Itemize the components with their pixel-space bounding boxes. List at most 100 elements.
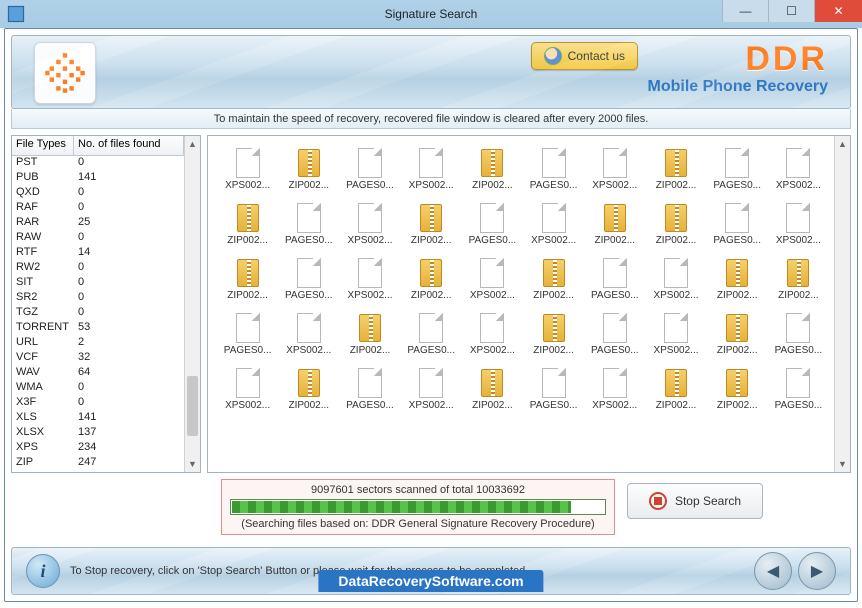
file-item[interactable]: XPS002...: [585, 366, 644, 411]
right-scrollbar[interactable]: ▲ ▼: [834, 136, 850, 472]
recovered-files-panel: XPS002...ZIP002...PAGES0...XPS002...ZIP0…: [207, 135, 851, 473]
table-row[interactable]: WAV64: [12, 366, 184, 381]
cell-type: X3F: [12, 396, 74, 411]
file-item[interactable]: PAGES0...: [218, 311, 277, 356]
file-item[interactable]: ZIP002...: [646, 146, 705, 191]
file-label: ZIP002...: [717, 400, 758, 411]
file-item[interactable]: ZIP002...: [646, 201, 705, 246]
document-icon: [725, 203, 749, 233]
table-row[interactable]: ZIP247: [12, 456, 184, 471]
file-item[interactable]: PAGES0...: [402, 311, 461, 356]
file-item[interactable]: XPS002...: [402, 366, 461, 411]
file-item[interactable]: ZIP002...: [708, 366, 767, 411]
table-row[interactable]: RAF0: [12, 201, 184, 216]
table-row[interactable]: QXD0: [12, 186, 184, 201]
table-row[interactable]: SR20: [12, 291, 184, 306]
file-label: XPS002...: [225, 180, 270, 191]
file-item[interactable]: XPS002...: [279, 311, 338, 356]
file-item[interactable]: ZIP002...: [279, 366, 338, 411]
file-item[interactable]: PAGES0...: [340, 366, 399, 411]
file-item[interactable]: PAGES0...: [708, 146, 767, 191]
file-item[interactable]: XPS002...: [646, 256, 705, 301]
next-button[interactable]: ▶: [798, 552, 836, 590]
file-item[interactable]: ZIP002...: [708, 311, 767, 356]
minimize-button[interactable]: —: [722, 0, 768, 22]
file-item[interactable]: ZIP002...: [463, 366, 522, 411]
cell-count: 0: [74, 306, 184, 321]
table-row[interactable]: PUB141: [12, 171, 184, 186]
file-item[interactable]: PAGES0...: [769, 311, 828, 356]
table-row[interactable]: X3F0: [12, 396, 184, 411]
file-item[interactable]: XPS002...: [463, 256, 522, 301]
file-item[interactable]: ZIP002...: [402, 256, 461, 301]
document-icon: [419, 368, 443, 398]
file-item[interactable]: XPS002...: [769, 146, 828, 191]
table-row[interactable]: PST0: [12, 156, 184, 171]
table-row[interactable]: RAW0: [12, 231, 184, 246]
file-item[interactable]: PAGES0...: [340, 146, 399, 191]
close-button[interactable]: ✕: [814, 0, 862, 22]
stop-search-button[interactable]: Stop Search: [627, 483, 763, 519]
left-scrollbar[interactable]: ▲ ▼: [184, 136, 200, 472]
file-item[interactable]: ZIP002...: [463, 146, 522, 191]
table-row[interactable]: SIT0: [12, 276, 184, 291]
file-item[interactable]: ZIP002...: [340, 311, 399, 356]
file-item[interactable]: XPS002...: [769, 201, 828, 246]
file-item[interactable]: PAGES0...: [279, 256, 338, 301]
table-row[interactable]: URL2: [12, 336, 184, 351]
file-item[interactable]: PAGES0...: [279, 201, 338, 246]
file-item[interactable]: PAGES0...: [769, 366, 828, 411]
file-item[interactable]: ZIP002...: [524, 256, 583, 301]
file-item[interactable]: ZIP002...: [646, 366, 705, 411]
file-item[interactable]: ZIP002...: [585, 201, 644, 246]
cell-type: RAR: [12, 216, 74, 231]
cell-count: 0: [74, 186, 184, 201]
file-label: XPS002...: [286, 345, 331, 356]
table-row[interactable]: XLSX137: [12, 426, 184, 441]
table-row[interactable]: TGZ0: [12, 306, 184, 321]
file-item[interactable]: XPS002...: [524, 201, 583, 246]
file-item[interactable]: PAGES0...: [524, 366, 583, 411]
file-item[interactable]: ZIP002...: [402, 201, 461, 246]
file-item[interactable]: XPS002...: [340, 201, 399, 246]
file-item[interactable]: XPS002...: [402, 146, 461, 191]
table-row[interactable]: RW20: [12, 261, 184, 276]
column-header-count[interactable]: No. of files found: [74, 136, 184, 155]
file-item[interactable]: XPS002...: [340, 256, 399, 301]
file-item[interactable]: ZIP002...: [708, 256, 767, 301]
contact-us-button[interactable]: Contact us: [531, 42, 638, 70]
prev-button[interactable]: ◀: [754, 552, 792, 590]
table-row[interactable]: TORRENT53: [12, 321, 184, 336]
file-item[interactable]: ZIP002...: [524, 311, 583, 356]
table-row[interactable]: XPS234: [12, 441, 184, 456]
file-item[interactable]: ZIP002...: [279, 146, 338, 191]
table-row[interactable]: WMA0: [12, 381, 184, 396]
file-item[interactable]: XPS002...: [463, 311, 522, 356]
zip-icon: [237, 259, 259, 287]
file-item[interactable]: PAGES0...: [585, 256, 644, 301]
table-row[interactable]: RTF14: [12, 246, 184, 261]
file-item[interactable]: XPS002...: [218, 366, 277, 411]
file-item[interactable]: XPS002...: [218, 146, 277, 191]
cell-count: 2: [74, 336, 184, 351]
file-item[interactable]: ZIP002...: [218, 256, 277, 301]
table-row[interactable]: RAR25: [12, 216, 184, 231]
maximize-button[interactable]: ☐: [768, 0, 814, 22]
file-item[interactable]: PAGES0...: [585, 311, 644, 356]
column-header-file-types[interactable]: File Types: [12, 136, 74, 155]
file-item[interactable]: ZIP002...: [769, 256, 828, 301]
table-row[interactable]: XLS141: [12, 411, 184, 426]
table-row[interactable]: VCF32: [12, 351, 184, 366]
scroll-thumb[interactable]: [187, 376, 198, 436]
file-item[interactable]: PAGES0...: [524, 146, 583, 191]
file-item[interactable]: XPS002...: [646, 311, 705, 356]
file-item[interactable]: XPS002...: [585, 146, 644, 191]
scroll-up-icon[interactable]: ▲: [835, 136, 850, 152]
file-item[interactable]: PAGES0...: [708, 201, 767, 246]
scroll-up-icon[interactable]: ▲: [185, 136, 200, 152]
file-item[interactable]: PAGES0...: [463, 201, 522, 246]
scroll-down-icon[interactable]: ▼: [835, 456, 850, 472]
scroll-down-icon[interactable]: ▼: [185, 456, 200, 472]
file-item[interactable]: ZIP002...: [218, 201, 277, 246]
cell-count: 14: [74, 246, 184, 261]
